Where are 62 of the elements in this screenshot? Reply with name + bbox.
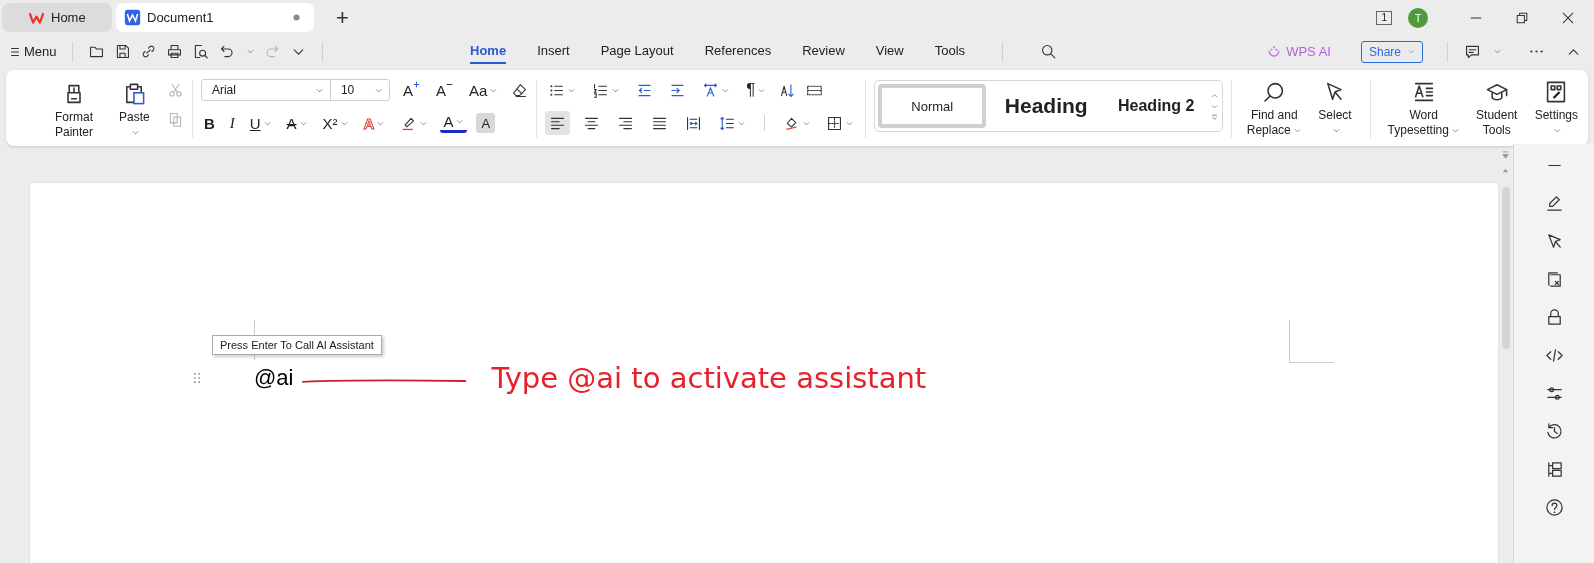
tooltip: Press Enter To Call AI Assistant <box>212 335 382 355</box>
style-option[interactable]: Heading <box>986 84 1107 128</box>
document-text: @ai <box>254 365 294 391</box>
character-shading-button[interactable]: A <box>476 113 496 133</box>
large-tool-button[interactable]: Select <box>1308 76 1362 142</box>
change-case-button[interactable]: Aa <box>465 78 502 102</box>
superscript-button[interactable]: X² <box>319 111 352 135</box>
large-tool-button[interactable]: Student Tools <box>1468 76 1525 142</box>
document-icon <box>124 9 141 26</box>
caret-icon <box>455 117 465 126</box>
unsaved-dot-icon <box>293 14 300 21</box>
paste-button[interactable]: Paste <box>110 76 159 140</box>
menu-button[interactable]: Menu <box>8 44 57 59</box>
paragraph-marks-button[interactable]: ¶ <box>743 78 770 102</box>
sliders-icon[interactable] <box>1544 384 1564 403</box>
bold-button[interactable]: B <box>200 111 218 135</box>
comment-icon[interactable] <box>1464 43 1481 60</box>
ribbon-tab[interactable]: Tools <box>934 39 966 64</box>
ribbon-tab[interactable]: View <box>875 39 904 64</box>
ribbon-tab[interactable]: Review <box>802 39 845 64</box>
caret-icon <box>1407 47 1416 56</box>
format-painter-button[interactable]: Format Painter <box>46 76 102 140</box>
text-direction-icon <box>702 81 720 99</box>
print-icon[interactable] <box>165 43 183 60</box>
search-icon[interactable] <box>1040 43 1058 60</box>
numbering-icon <box>592 81 610 99</box>
history-icon[interactable] <box>1544 422 1564 441</box>
margin-mark <box>1289 320 1334 363</box>
eraser-icon[interactable] <box>511 81 529 99</box>
minus-icon <box>445 81 453 88</box>
large-tool-button[interactable]: Settings <box>1524 76 1588 142</box>
code-icon[interactable] <box>1544 346 1564 365</box>
style-option[interactable]: Heading 2 <box>1106 84 1207 128</box>
align-left-button[interactable] <box>545 111 571 135</box>
scrollbar-thumb[interactable] <box>1501 187 1510 349</box>
new-tab-button[interactable]: + <box>336 4 349 31</box>
ribbon-tab[interactable]: References <box>704 39 772 64</box>
ribbon-tab[interactable]: Page Layout <box>600 39 674 64</box>
style-option[interactable]: Normal <box>878 84 987 128</box>
ribbon-tab[interactable]: Insert <box>537 39 570 64</box>
plus-icon <box>412 81 420 88</box>
grow-font-button[interactable]: A <box>399 78 423 102</box>
font-size-field[interactable]: 10 <box>329 79 390 101</box>
distribute-icon <box>685 114 703 132</box>
pen-icon[interactable] <box>1544 194 1564 213</box>
window-tab[interactable]: Document1 <box>116 3 314 32</box>
strikethrough-button[interactable]: A <box>283 111 311 135</box>
font-color-button[interactable]: A <box>440 113 468 133</box>
underline-button[interactable]: U <box>246 111 275 135</box>
borders-icon <box>826 114 844 132</box>
font-name-field[interactable]: Arial <box>200 79 331 101</box>
ribbon-tab[interactable]: Home <box>470 39 507 64</box>
line-spacing-icon <box>718 114 736 132</box>
large-tool-button[interactable]: Find and Replace <box>1240 76 1309 142</box>
annotation-text: Type @ai to activate assistant <box>491 361 927 395</box>
italic-button[interactable]: I <box>226 111 238 135</box>
shrink-font-button[interactable]: A <box>432 78 456 102</box>
window-tab[interactable]: Home <box>2 3 112 32</box>
help-icon[interactable] <box>1544 498 1564 517</box>
large-tool-button[interactable]: Word Typesetting <box>1378 76 1469 142</box>
page-count-badge[interactable]: 1 <box>1376 10 1392 25</box>
share-button[interactable]: Share <box>1360 40 1423 63</box>
